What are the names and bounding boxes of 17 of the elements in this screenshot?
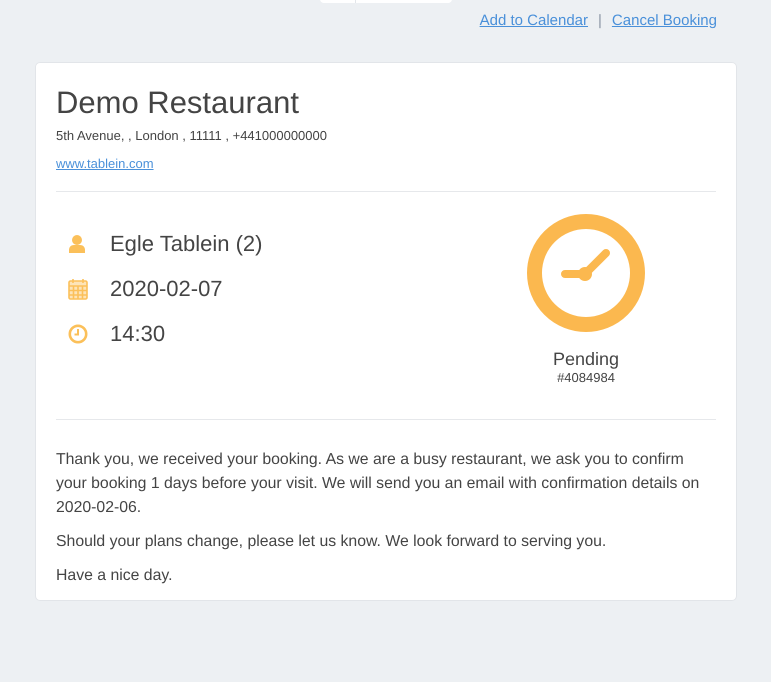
restaurant-name: Demo Restaurant [56,85,300,121]
restaurant-address: 5th Avenue, , London , 11111 , +441000000000 [56,127,328,145]
booking-link[interactable]: Add to Calendar [480,12,588,29]
booking-detail: Egle Tablein (2) [110,230,262,258]
booking-detail: 2020-02-07 [110,275,223,303]
message-paragraph: Have a nice day. [56,566,174,586]
person-icon [68,234,86,254]
status-label: Pending [552,348,620,370]
link-separator: | [598,12,602,29]
calendar-icon [68,278,88,300]
website-link[interactable]: www.tablein.com [56,156,154,171]
clock-icon [68,324,88,344]
message-paragraph: Thank you, we received your booking. As we are a busy restaurant, we ask you to confirm your booking 1 days before your visit. We will send you an email with confirmation details on 2020-02-06. [56,450,700,518]
booking-number: #4084984 [557,370,615,386]
booking-link[interactable]: Cancel Booking [612,12,717,29]
booking-detail: 14:30 [110,320,166,348]
message-paragraph: Should your plans change, please let us know. We look forward to serving you. [56,532,608,552]
